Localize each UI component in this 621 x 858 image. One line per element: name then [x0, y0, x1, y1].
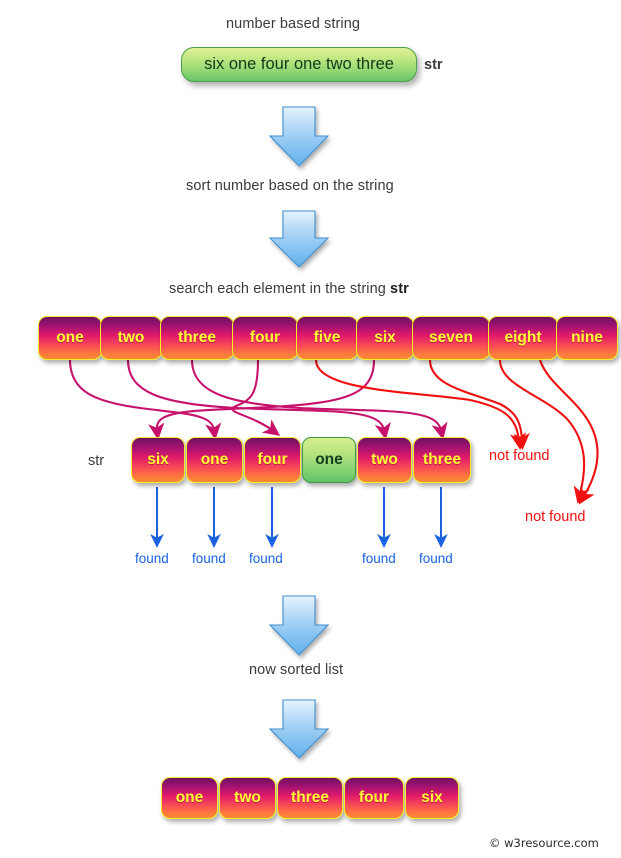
str-chip[interactable]: four: [244, 437, 301, 483]
input-string-label: str: [424, 57, 443, 73]
blue-step-arrow-2: [268, 210, 330, 268]
found-label: found: [135, 551, 169, 566]
number-word-chip[interactable]: nine: [556, 316, 618, 360]
input-string-chip[interactable]: six one four one two three: [181, 47, 417, 82]
number-word-chip[interactable]: six: [356, 316, 414, 360]
watermark: © w3resource.com: [489, 836, 599, 850]
curve-six-to-str: [148, 359, 376, 441]
str-chip[interactable]: six: [131, 437, 185, 483]
sorted-chip[interactable]: one: [161, 777, 218, 819]
caption-number-based-string: number based string: [226, 16, 361, 32]
found-label: found: [192, 551, 226, 566]
number-word-chip[interactable]: three: [160, 316, 234, 360]
connector-layer: [68, 106, 599, 759]
curve-three-to-str: [190, 359, 448, 440]
str-chip[interactable]: two: [357, 437, 412, 483]
blue-step-arrow-3: [268, 595, 330, 656]
str-chip-duplicate[interactable]: one: [302, 437, 356, 483]
sorted-chip[interactable]: four: [344, 777, 404, 819]
curve-nine-not-found: [539, 359, 599, 505]
sorted-chip[interactable]: six: [405, 777, 459, 819]
number-word-chip[interactable]: two: [100, 316, 162, 360]
caption-now-sorted-list: now sorted list: [249, 662, 344, 678]
caption-search-element: search each element in the string str: [169, 281, 409, 297]
curve-five-not-found: [314, 359, 527, 450]
caption-sort-number: sort number based on the string: [186, 178, 394, 194]
not-found-label-1: not found: [489, 448, 550, 464]
blue-step-arrow-1: [268, 106, 330, 167]
curve-two-to-str: [126, 359, 391, 440]
not-found-label-2: not found: [525, 509, 586, 525]
sorted-chip[interactable]: three: [277, 777, 343, 819]
number-word-chip[interactable]: eight: [488, 316, 558, 360]
number-word-chip[interactable]: five: [296, 316, 358, 360]
caption-search-text: search each element in the string: [169, 281, 391, 297]
blue-step-arrow-4: [268, 699, 330, 759]
number-word-chip[interactable]: one: [38, 316, 102, 360]
curve-four-to-str: [231, 359, 281, 436]
found-label: found: [249, 551, 283, 566]
found-label: found: [362, 551, 396, 566]
str-row-label: str: [88, 453, 105, 469]
sorted-chip[interactable]: two: [219, 777, 276, 819]
curve-one-to-str: [68, 359, 222, 441]
number-word-chip[interactable]: seven: [412, 316, 490, 360]
curve-eight-not-found: [498, 359, 590, 504]
number-word-chip[interactable]: four: [232, 316, 298, 360]
found-label: found: [419, 551, 453, 566]
diagram-canvas: number based string six one four one two…: [0, 0, 621, 858]
curve-seven-not-found: [428, 359, 530, 451]
str-chip[interactable]: three: [413, 437, 471, 483]
str-chip[interactable]: one: [186, 437, 243, 483]
caption-search-str: str: [390, 281, 409, 297]
